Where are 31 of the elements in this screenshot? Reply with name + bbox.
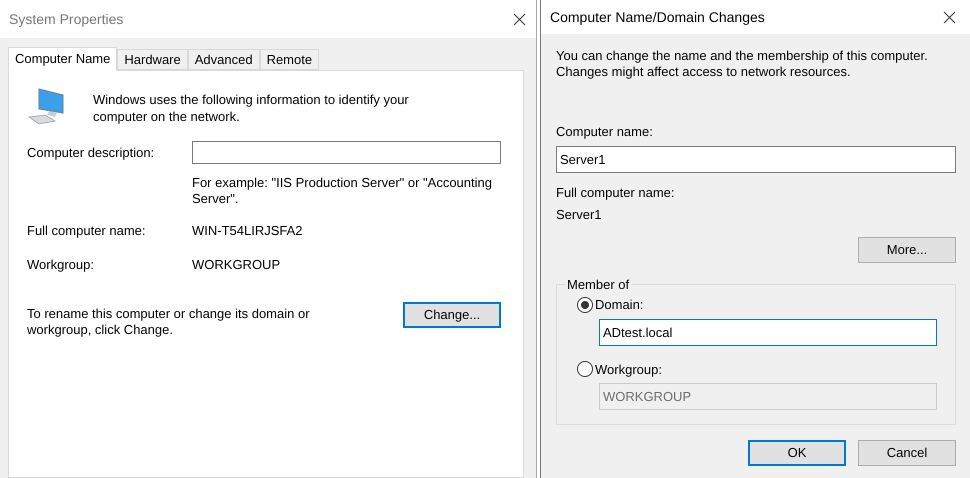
text-field[interactable]: ADtest.local [599,318,937,346]
field-value: WIN-T54LIRJSFA2 [192,222,303,240]
radio-button[interactable] [577,296,593,313]
description-field[interactable] [192,141,501,164]
close-icon[interactable] [943,10,956,24]
field-label: Computer name: [556,123,654,141]
rename-text: To rename this computer or change its domain or workgroup, click Change. [27,305,311,338]
group-legend: Member of [565,274,632,294]
close-icon[interactable] [513,12,526,26]
hint-text: For example: "IIS Production Server" or "Accounting Server". [192,175,493,207]
window-title: System Properties [9,10,124,29]
field-value: Server1 [556,206,603,224]
tab[interactable]: Computer Name [8,47,118,71]
intro-text: You can change the name and the membership of this computer. Changes might affect access to network resources. [556,48,929,80]
tab[interactable]: Remote [260,49,320,70]
radio-label: Domain: [595,296,644,314]
more-button[interactable]: More... [858,236,956,262]
tab[interactable]: Advanced [188,49,260,70]
change-button[interactable]: Change... [403,302,501,328]
field-label: Full computer name: [27,222,146,240]
intro-text: Windows uses the following information to identify your computer on the network. [93,91,410,125]
tab[interactable]: Hardware [117,49,188,70]
field-label: Full computer name: [556,184,676,202]
field-value: WORKGROUP [192,256,280,274]
field-label: Computer description: [27,144,156,162]
ok-button[interactable]: OK [748,440,846,466]
computer-name-field[interactable]: Server1 [556,146,956,172]
radio-label: Workgroup: [595,360,662,379]
dialog-title: Computer Name/Domain Changes [550,8,765,27]
cancel-button[interactable]: Cancel [858,440,956,466]
field-label: Workgroup: [27,256,95,274]
